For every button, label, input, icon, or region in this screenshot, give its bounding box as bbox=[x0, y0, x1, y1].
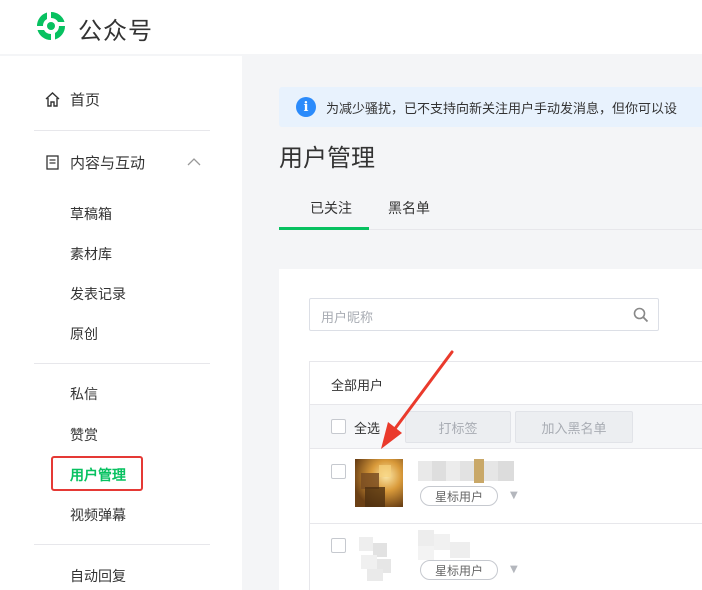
highlight-annotation-box bbox=[51, 456, 143, 491]
sidebar-divider bbox=[34, 130, 210, 131]
user-avatar[interactable] bbox=[355, 459, 403, 507]
sidebar-divider bbox=[34, 363, 210, 364]
active-tab-indicator bbox=[279, 227, 369, 230]
table-header: 全部用户 bbox=[310, 362, 702, 405]
wechat-official-account-logo-icon[interactable] bbox=[34, 9, 68, 43]
sidebar-item-label: 首页 bbox=[70, 91, 101, 109]
select-all-checkbox[interactable] bbox=[331, 419, 346, 434]
row-checkbox[interactable] bbox=[331, 538, 346, 553]
star-user-tag[interactable]: 星标用户 bbox=[420, 560, 498, 580]
chevron-up-icon[interactable] bbox=[187, 157, 201, 167]
notice-banner: i 为减少骚扰，已不支持向新关注用户手动发消息，但你可以设 bbox=[279, 87, 702, 127]
sidebar-item-publish-records[interactable]: 发表记录 bbox=[70, 284, 126, 304]
table-row: 星标用户 ▼ bbox=[310, 450, 702, 524]
sidebar-divider bbox=[34, 544, 210, 545]
brand-name: 公众号 bbox=[78, 17, 153, 45]
sidebar: 首页 内容与互动 草稿箱 素材库 发表记录 原创 私信 赞赏 用户管理 视频弹幕… bbox=[0, 56, 242, 590]
tab-bar: 已关注 黑名单 bbox=[279, 188, 702, 230]
sidebar-item-video-danmaku[interactable]: 视频弹幕 bbox=[70, 505, 126, 525]
sidebar-item-home[interactable]: 首页 bbox=[44, 89, 100, 110]
user-list-card: 用户昵称 全部用户 全选 打标签 加入黑名单 星标用户 ▼ 星标用户 ▼ bbox=[279, 269, 702, 590]
sidebar-item-auto-reply[interactable]: 自动回复 bbox=[70, 566, 126, 586]
select-all-label[interactable]: 全选 bbox=[354, 418, 380, 437]
notice-text: 为减少骚扰，已不支持向新关注用户手动发消息，但你可以设 bbox=[326, 101, 678, 117]
home-icon bbox=[45, 92, 60, 107]
sidebar-item-drafts[interactable]: 草稿箱 bbox=[70, 204, 112, 224]
chevron-down-icon[interactable]: ▼ bbox=[510, 490, 518, 501]
info-icon: i bbox=[296, 97, 316, 117]
sidebar-group-content[interactable]: 内容与互动 bbox=[44, 152, 145, 173]
tab-blacklist[interactable]: 黑名单 bbox=[388, 198, 430, 218]
document-icon bbox=[46, 155, 59, 170]
table-header-label: 全部用户 bbox=[331, 379, 384, 394]
user-nickname-mosaic bbox=[418, 459, 514, 483]
tag-button[interactable]: 打标签 bbox=[405, 411, 511, 443]
user-nickname-mosaic bbox=[418, 530, 470, 560]
sidebar-group-label: 内容与互动 bbox=[70, 154, 146, 172]
tab-followed[interactable]: 已关注 bbox=[310, 198, 352, 218]
page-title: 用户管理 bbox=[279, 144, 375, 172]
add-to-blacklist-button[interactable]: 加入黑名单 bbox=[515, 411, 633, 443]
star-user-tag[interactable]: 星标用户 bbox=[420, 486, 498, 506]
sidebar-item-messages[interactable]: 私信 bbox=[70, 384, 98, 404]
sidebar-item-original[interactable]: 原创 bbox=[70, 324, 98, 344]
search-placeholder: 用户昵称 bbox=[321, 311, 374, 326]
top-bar: 公众号 bbox=[0, 0, 702, 54]
table-row: 星标用户 ▼ bbox=[310, 524, 702, 590]
search-input[interactable]: 用户昵称 bbox=[309, 298, 659, 331]
sidebar-item-rewards[interactable]: 赞赏 bbox=[70, 425, 98, 445]
table-toolbar: 全选 打标签 加入黑名单 bbox=[310, 405, 702, 449]
chevron-down-icon[interactable]: ▼ bbox=[510, 564, 518, 575]
sidebar-item-materials[interactable]: 素材库 bbox=[70, 244, 112, 264]
user-avatar[interactable] bbox=[355, 533, 403, 581]
main-content: i 为减少骚扰，已不支持向新关注用户手动发消息，但你可以设 用户管理 已关注 黑… bbox=[242, 56, 702, 590]
user-table: 全部用户 全选 打标签 加入黑名单 星标用户 ▼ 星标用户 ▼ bbox=[309, 361, 702, 590]
row-checkbox[interactable] bbox=[331, 464, 346, 479]
search-icon[interactable] bbox=[632, 306, 650, 324]
